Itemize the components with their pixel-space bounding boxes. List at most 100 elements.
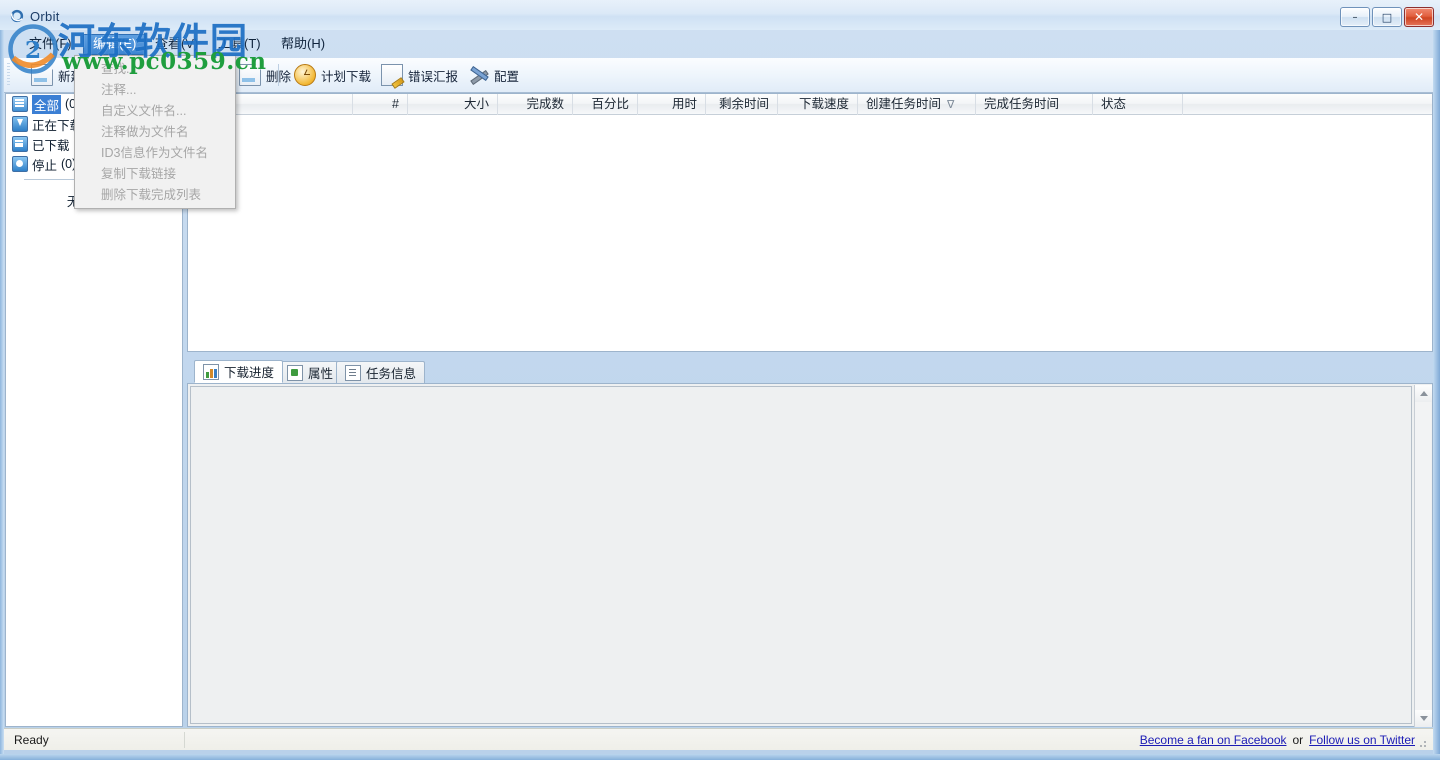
menu-label: 查看(V) [155, 36, 198, 51]
tab-info[interactable]: 任务信息 [336, 361, 425, 383]
tab-label: 任务信息 [366, 363, 416, 382]
config-icon [469, 65, 489, 85]
close-button[interactable]: ✕ [1404, 7, 1434, 27]
orbit-app-icon [10, 9, 24, 23]
window-title: Orbit [30, 9, 60, 24]
maximize-icon: □ [1373, 8, 1401, 26]
column-header-spacer[interactable] [1183, 94, 1440, 115]
chart-icon [203, 364, 219, 380]
downloading-icon [12, 116, 28, 132]
menu-tools[interactable]: 工具(T) [209, 34, 270, 53]
delete-icon [239, 64, 261, 86]
sort-indicator-icon: ∇ [947, 95, 954, 116]
minimize-icon: – [1341, 8, 1369, 26]
toolbar-button-clock[interactable]: 计划下载 [287, 61, 378, 89]
sidebar-item-label: 停止 [32, 155, 57, 174]
column-header-label: 大小 [464, 97, 489, 111]
column-header-3[interactable]: 完成数 [498, 94, 573, 115]
edit-menu-items: 查找... 注释... 自定义文件名... 注释做为文件名 ID3信息作为文件名复制下载… [75, 56, 235, 206]
task-list-panel: 文件名#大小完成数百分比用时剩余时间下载速度创建任务时间∇完成任务时间状态 [187, 93, 1433, 352]
edit-menu-item-0[interactable]: 查找... [75, 59, 235, 80]
close-icon: ✕ [1405, 8, 1433, 26]
status-or-text: or [1293, 733, 1304, 747]
edit-menu-item-label: 查找... [101, 62, 136, 76]
column-header-2[interactable]: 大小 [408, 94, 498, 115]
column-header-7[interactable]: 下载速度 [778, 94, 858, 115]
menu-label: 工具(T) [218, 36, 261, 51]
menu-edit[interactable]: 编辑(E) [83, 34, 146, 55]
new-document-icon [31, 64, 53, 86]
toolbar-button-label: 错误汇报 [408, 66, 458, 85]
column-header-label: 状态 [1101, 97, 1126, 111]
status-bar: Ready Become a fan on FacebookorFollow u… [4, 728, 1433, 750]
column-header-8[interactable]: 创建任务时间∇ [858, 94, 976, 115]
toolbar-button-label: 配置 [494, 66, 519, 85]
menu-label: 编辑(E) [93, 36, 136, 51]
chevron-up-icon [1420, 391, 1428, 396]
application-window: Orbit – □ ✕ 文件(F)编辑(E)查看(V)工具(T)帮助(H) 新建… [0, 0, 1440, 760]
facebook-link[interactable]: Become a fan on Facebook [1140, 733, 1287, 747]
toolbar-grip[interactable] [7, 63, 10, 87]
edit-menu-item-5[interactable]: 复制下载链接 [75, 164, 235, 185]
detail-tab-body [187, 383, 1433, 727]
column-header-6[interactable]: 剩余时间 [706, 94, 778, 115]
toolbar-button-label: 计划下载 [321, 66, 371, 85]
stopped-icon [12, 156, 28, 172]
downloaded-icon [12, 136, 28, 152]
column-header-5[interactable]: 用时 [638, 94, 706, 115]
edit-menu-item-label: 注释做为文件名 [101, 125, 189, 139]
status-social-links: Become a fan on Facebook or Follow us on T… [1140, 733, 1415, 747]
vertical-scrollbar[interactable] [1414, 385, 1431, 727]
column-header-label: 剩余时间 [719, 97, 769, 111]
resize-grip[interactable] [1419, 738, 1429, 748]
sidebar-item-label: 已下载 [32, 135, 70, 154]
column-header-label: # [392, 97, 399, 111]
menu-file[interactable]: 文件(F) [20, 34, 81, 53]
tab-properties[interactable]: 属性 [278, 361, 342, 383]
title-bar: Orbit – □ ✕ [0, 0, 1440, 30]
column-header-4[interactable]: 百分比 [573, 94, 638, 115]
edit-menu-item-label: 删除下载完成列表 [101, 188, 201, 202]
edit-menu-item-1[interactable]: 注释... [75, 80, 235, 101]
edit-menu-item-label: ID3信息作为文件名 [101, 146, 208, 160]
edit-menu-item-4[interactable]: ID3信息作为文件名 [75, 143, 235, 164]
column-header-label: 完成任务时间 [984, 97, 1059, 111]
column-header-1[interactable]: # [353, 94, 408, 115]
menu-view[interactable]: 查看(V) [146, 34, 207, 53]
download-progress-area[interactable] [190, 386, 1412, 724]
chevron-down-icon [1420, 716, 1428, 721]
scroll-up-button[interactable] [1415, 385, 1432, 402]
edit-menu-item-3[interactable]: 注释做为文件名 [75, 122, 235, 143]
detail-tab-panel: 下载进度属性 任务信息 [187, 361, 1433, 727]
menu-label: 文件(F) [29, 36, 72, 51]
scroll-down-button[interactable] [1415, 710, 1432, 727]
edit-menu-item-label: 注释... [101, 83, 136, 97]
sidebar-item-label: 全部 [32, 95, 61, 114]
twitter-link[interactable]: Follow us on Twitter [1309, 733, 1415, 747]
properties-icon [287, 365, 303, 381]
toolbar-button-report[interactable]: 错误汇报 [374, 61, 465, 89]
tab-label: 下载进度 [224, 362, 274, 381]
minimize-button[interactable]: – [1340, 7, 1370, 27]
column-header-label: 百分比 [591, 97, 629, 111]
column-header-9[interactable]: 完成任务时间 [976, 94, 1093, 115]
menu-help[interactable]: 帮助(H) [272, 34, 334, 53]
menu-bar: 文件(F) 编辑(E) 查看(V) 工具(T) 帮助(H) [4, 30, 1433, 56]
menu-label: 帮助(H) [281, 36, 325, 51]
detail-tab-strip: 下载进度属性 任务信息 [187, 361, 1433, 383]
task-list-body[interactable] [188, 115, 1432, 351]
window-frame-bottom [0, 754, 1440, 760]
edit-menu-dropdown: 查找... 注释... 自定义文件名... 注释做为文件名 ID3信息作为文件名复制下载… [74, 55, 236, 209]
edit-menu-item-label: 自定义文件名... [101, 104, 186, 118]
tab-chart[interactable]: 下载进度 [194, 360, 283, 383]
edit-menu-item-2[interactable]: 自定义文件名... [75, 101, 235, 122]
report-icon [381, 64, 403, 86]
edit-menu-item-label: 复制下载链接 [101, 167, 176, 181]
column-header-label: 完成数 [526, 97, 564, 111]
column-header-10[interactable]: 状态 [1093, 94, 1183, 115]
toolbar-button-config[interactable]: 配置 [462, 61, 526, 89]
edit-menu-item-6[interactable]: 删除下载完成列表 [75, 185, 235, 206]
info-icon [345, 365, 361, 381]
maximize-button[interactable]: □ [1372, 7, 1402, 27]
column-header-label: 用时 [672, 97, 697, 111]
